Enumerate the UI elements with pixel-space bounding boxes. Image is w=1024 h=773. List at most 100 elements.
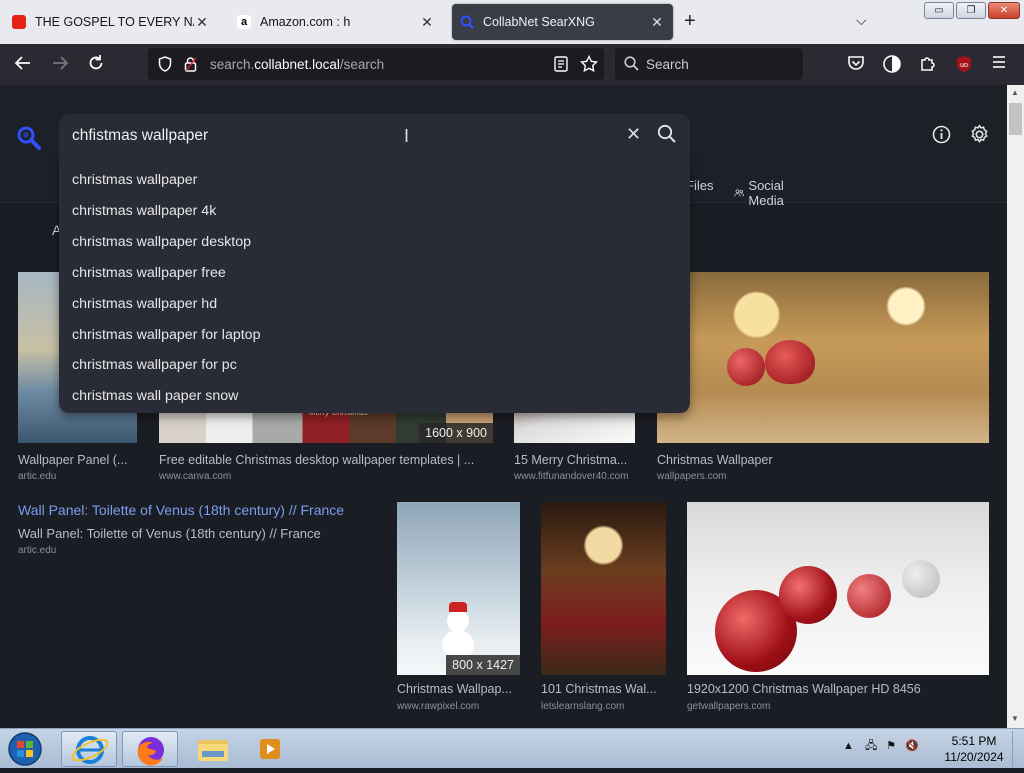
result-url: wallpapers.com [657, 471, 727, 482]
browser-search-bar[interactable]: Search [615, 48, 803, 80]
pocket-icon[interactable] [847, 54, 865, 76]
windows-taskbar: ▲ 🖧 ⚑ 🔇 5:51 PM 11/20/2024 [0, 728, 1024, 768]
suggestion-item[interactable]: christmas wall paper snow [72, 388, 238, 404]
start-button[interactable] [6, 731, 46, 767]
ublock-icon[interactable]: uo [955, 55, 973, 77]
clear-icon[interactable]: ✕ [626, 124, 641, 145]
snowman-hat [449, 602, 467, 612]
gear-icon[interactable] [969, 124, 990, 150]
tab-strip: THE GOSPEL TO EVERY NATION ✕ a Amazon.co… [0, 0, 1024, 44]
scroll-up-arrow-icon[interactable]: ▲ [1011, 88, 1019, 97]
url-bar[interactable]: search.collabnet.local/search [148, 48, 604, 80]
taskbar-file-explorer[interactable] [190, 731, 246, 767]
result-link-description: Wall Panel: Toilette of Venus (18th cent… [18, 526, 321, 541]
result-image-5[interactable]: 800 x 1427 [397, 502, 520, 675]
taskbar-internet-explorer[interactable] [61, 731, 117, 767]
query-text: chfistmas wallpaper [72, 127, 209, 144]
result-image-7[interactable] [687, 502, 989, 675]
maximize-button[interactable]: ❐ [956, 2, 986, 19]
account-sync-icon[interactable] [882, 54, 902, 78]
result-url: artic.edu [18, 471, 57, 482]
scroll-down-arrow-icon[interactable]: ▼ [1011, 714, 1019, 723]
result-link-title[interactable]: Wall Panel: Toilette of Venus (18th cent… [18, 502, 344, 518]
hamburger-menu-icon[interactable] [991, 54, 1007, 74]
taskbar-firefox[interactable] [122, 731, 178, 767]
searxng-icon [460, 15, 474, 29]
category-social-media[interactable]: Social Media [734, 178, 791, 208]
svg-text:uo: uo [960, 62, 968, 69]
close-tab-icon[interactable]: ✕ [419, 14, 435, 31]
tab-title: CollabNet SearXNG [483, 15, 595, 29]
tab-gospel[interactable]: THE GOSPEL TO EVERY NATION ✕ [4, 4, 218, 40]
clock-date: 11/20/2024 [944, 750, 1004, 764]
suggestion-item[interactable]: christmas wallpaper for laptop [72, 327, 260, 343]
show-hidden-icons-icon[interactable]: ▲ [843, 740, 854, 752]
close-tab-icon[interactable]: ✕ [194, 14, 210, 31]
snowman-head [447, 610, 469, 632]
ornament-ball [847, 574, 891, 618]
tab-searxng[interactable]: CollabNet SearXNG ✕ [452, 4, 673, 40]
extensions-puzzle-icon[interactable] [919, 54, 937, 76]
system-clock[interactable]: 5:51 PM 11/20/2024 [940, 733, 1008, 765]
result-title[interactable]: Free editable Christmas desktop wallpape… [159, 453, 493, 467]
url-text: search.collabnet.local/search [210, 57, 385, 72]
autocomplete-dropdown: christmas wallpaper christmas wallpaper … [59, 158, 690, 413]
network-icon[interactable]: 🖧 [865, 740, 877, 752]
reader-view-icon[interactable] [554, 56, 568, 77]
result-title[interactable]: 1920x1200 Christmas Wallpaper HD 8456 [687, 682, 987, 696]
media-player-icon [260, 739, 280, 759]
result-image-4[interactable] [657, 272, 989, 443]
image-dimensions: 800 x 1427 [446, 655, 520, 675]
tab-title: THE GOSPEL TO EVERY NATION [35, 15, 194, 29]
result-title[interactable]: 15 Merry Christma... [514, 453, 635, 467]
suggestion-item[interactable]: christmas wallpaper 4k [72, 203, 216, 219]
minimize-button[interactable]: ▭ [924, 2, 954, 19]
searxng-logo-icon[interactable] [16, 125, 42, 156]
tab-amazon[interactable]: a Amazon.com : h ✕ [229, 4, 443, 40]
suggestion-item[interactable]: christmas wallpaper free [72, 265, 226, 281]
folder-icon [198, 740, 228, 761]
system-tray: ▲ 🖧 ⚑ 🔇 [843, 737, 919, 756]
text-cursor-icon: I [404, 126, 410, 146]
image-dimensions: 1600 x 900 [419, 423, 493, 443]
chevron-down-icon[interactable]: ⌵ [856, 12, 867, 29]
result-title[interactable]: Christmas Wallpap... [397, 682, 521, 696]
result-image-6[interactable] [541, 502, 666, 675]
result-title[interactable]: Wallpaper Panel (... [18, 453, 138, 467]
scrollbar-thumb[interactable] [1009, 103, 1022, 135]
info-icon[interactable] [932, 125, 951, 149]
taskbar-media-player[interactable] [246, 731, 302, 767]
category-files[interactable]: Files [686, 178, 713, 193]
search-icon[interactable] [657, 124, 677, 149]
bookmark-star-icon[interactable] [579, 54, 599, 78]
tab-title: Amazon.com : h [260, 15, 351, 29]
navigation-toolbar: search.collabnet.local/search Search uo [0, 44, 1024, 85]
result-title[interactable]: Christmas Wallpaper [657, 453, 957, 467]
suggestion-item[interactable]: christmas wallpaper [72, 172, 197, 188]
volume-muted-icon[interactable]: 🔇 [905, 740, 919, 752]
show-desktop-button[interactable] [1012, 731, 1022, 767]
result-url: getwallpapers.com [687, 701, 771, 712]
clock-time: 5:51 PM [951, 734, 997, 748]
suggestion-item[interactable]: christmas wallpaper hd [72, 296, 217, 312]
close-tab-icon[interactable]: ✕ [649, 14, 665, 31]
result-title[interactable]: 101 Christmas Wal... [541, 682, 667, 696]
suggestion-item[interactable]: christmas wallpaper for pc [72, 357, 237, 373]
forward-arrow-icon[interactable] [51, 54, 69, 76]
ornament-ball [902, 560, 940, 598]
back-arrow-icon[interactable] [14, 54, 32, 76]
action-center-flag-icon[interactable]: ⚑ [886, 740, 896, 752]
close-window-button[interactable]: ✕ [988, 2, 1020, 19]
suggestion-item[interactable]: christmas wallpaper desktop [72, 234, 251, 250]
result-url: www.fitfunandover40.com [514, 471, 629, 482]
page-scrollbar[interactable]: ▲ ▼ [1007, 85, 1024, 728]
query-input[interactable]: chfistmas wallpaper I ✕ [59, 114, 690, 158]
ornament-ball [779, 566, 837, 624]
heart-ornament [765, 340, 815, 384]
internet-explorer-icon [71, 736, 109, 764]
new-tab-button[interactable]: + [684, 10, 696, 33]
page-content: Merry Christmas 1600 x 900 Wallpaper Pan… [0, 85, 1007, 728]
lock-icon[interactable] [184, 56, 197, 77]
reload-icon[interactable] [87, 54, 105, 76]
shield-icon[interactable] [158, 56, 172, 77]
